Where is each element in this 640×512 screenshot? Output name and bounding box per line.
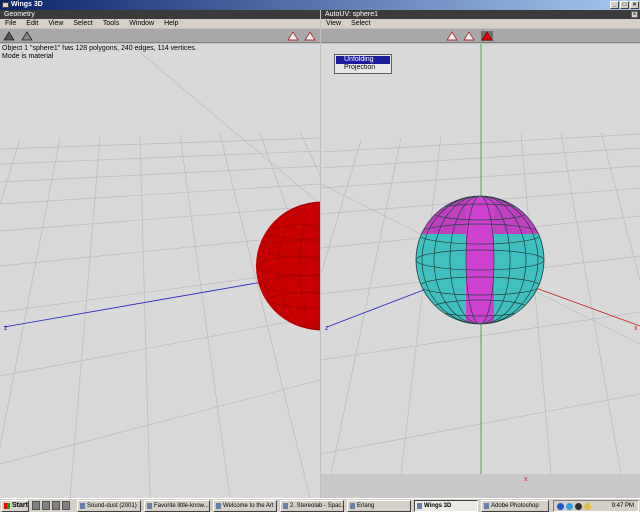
- menu-file[interactable]: File: [0, 19, 21, 28]
- autouv-axis-z-label: z: [325, 325, 329, 332]
- menu-select[interactable]: Select: [68, 19, 97, 28]
- menu-help[interactable]: Help: [159, 19, 183, 28]
- autouv-scene: z x: [321, 44, 640, 474]
- geometry-axis-z-label: z: [4, 325, 8, 332]
- menu-window[interactable]: Window: [124, 19, 159, 28]
- system-tray: 9:47 PM: [553, 500, 639, 512]
- popup-item-unfolding[interactable]: Unfolding: [336, 56, 390, 64]
- task-stereolab[interactable]: 2. Stereolab - Spac...: [280, 500, 344, 512]
- quick-launch: [32, 501, 70, 510]
- clock: 9:47 PM: [611, 503, 634, 509]
- task-welcome-art[interactable]: Welcome to the Art ...: [213, 500, 277, 512]
- app-title-bar[interactable]: Wings 3D _ □ ×: [0, 0, 640, 10]
- mode-info: Mode is material: [2, 53, 54, 60]
- menu-edit[interactable]: Edit: [21, 19, 43, 28]
- vertex-mode-icon[interactable]: [287, 31, 299, 41]
- menu-view[interactable]: View: [43, 19, 68, 28]
- geometry-toolbar: [0, 29, 320, 43]
- app-title: Wings 3D: [11, 1, 43, 8]
- quicklaunch-browser-icon[interactable]: [42, 501, 50, 510]
- geometry-menubar: File Edit View Select Tools Window Help: [0, 19, 320, 28]
- popup-item-projection[interactable]: Projection: [336, 64, 390, 72]
- autouv-edge-icon[interactable]: [463, 31, 475, 41]
- autouv-window-title[interactable]: AutoUV: sphere1 ×: [321, 10, 640, 19]
- task-erlang[interactable]: Erlang: [347, 500, 411, 512]
- wireframe-icon[interactable]: [21, 31, 33, 41]
- autouv-menubar: View Select: [321, 19, 640, 28]
- tray-messenger-icon[interactable]: [566, 503, 573, 510]
- window-controls: _ □ ×: [610, 1, 639, 9]
- task-wings3d[interactable]: Wings 3D: [414, 500, 478, 512]
- autouv-face-icon-selected[interactable]: [481, 31, 493, 41]
- close-button[interactable]: ×: [630, 1, 639, 9]
- desktop: Wings 3D _ □ × Geometry File Edit View S…: [0, 0, 640, 512]
- maximize-button[interactable]: □: [620, 1, 629, 9]
- autouv-status-area: x: [321, 474, 640, 498]
- geometry-viewport[interactable]: z Object 1 "sphere1" has 128 polygons, 2…: [0, 44, 320, 498]
- quicklaunch-folder-icon[interactable]: [62, 501, 70, 510]
- autouv-menu-select[interactable]: Select: [346, 19, 375, 28]
- taskbar: Start Sound-dust (2001) Favorite little-…: [0, 498, 640, 512]
- autouv-close-button[interactable]: ×: [631, 11, 638, 18]
- red-sphere[interactable]: [255, 201, 320, 331]
- autouv-title-text: AutoUV: sphere1: [325, 11, 379, 18]
- tray-volume-icon[interactable]: [584, 503, 591, 510]
- autouv-menu-view[interactable]: View: [321, 19, 346, 28]
- quicklaunch-email-icon[interactable]: [52, 501, 60, 510]
- autouv-viewport[interactable]: z x: [321, 44, 640, 474]
- autouv-popup-menu: Unfolding Projection: [334, 54, 392, 74]
- task-sound-dust[interactable]: Sound-dust (2001): [77, 500, 141, 512]
- smooth-shade-icon[interactable]: [3, 31, 15, 41]
- tray-network-icon[interactable]: [557, 503, 564, 510]
- autouv-bottom-x-label: x: [524, 476, 528, 483]
- minimize-button[interactable]: _: [610, 1, 619, 9]
- start-button[interactable]: Start: [1, 500, 29, 512]
- geometry-scene: z: [0, 44, 320, 498]
- geometry-window-title[interactable]: Geometry: [0, 10, 320, 19]
- object-info-line1: Object 1 "sphere1" has 128 polygons, 240…: [2, 45, 197, 52]
- autouv-toolbar: [321, 29, 640, 43]
- object-info: Object 1 "sphere1" has 128 polygons, 240…: [2, 45, 197, 61]
- wings-app-icon: [2, 2, 9, 8]
- tray-media-icon[interactable]: [575, 503, 582, 510]
- task-photoshop[interactable]: Adobe Photoshop: [481, 500, 549, 512]
- autouv-axis-x-label: x: [634, 325, 638, 332]
- menu-tools[interactable]: Tools: [98, 19, 124, 28]
- autouv-vertex-icon[interactable]: [446, 31, 458, 41]
- task-favorite[interactable]: Favorite little-know...: [144, 500, 210, 512]
- quicklaunch-desktop-icon[interactable]: [32, 501, 40, 510]
- edge-mode-icon[interactable]: [304, 31, 316, 41]
